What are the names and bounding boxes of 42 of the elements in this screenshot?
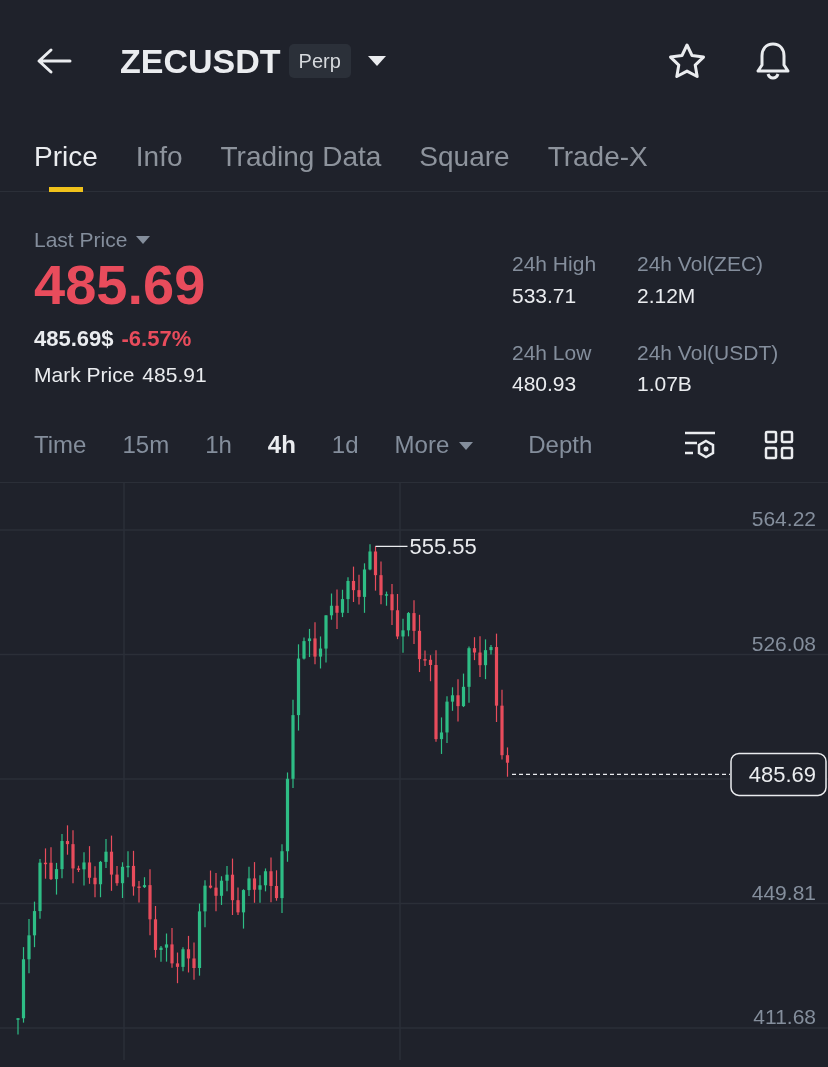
stat-label: 24h High — [512, 251, 598, 277]
stat-value: 1.07B — [637, 371, 693, 397]
grid-layout-icon[interactable] — [764, 429, 794, 460]
star-icon[interactable] — [668, 43, 706, 79]
price-change: -6.57% — [121, 325, 192, 354]
interval-tab[interactable]: Depth — [528, 426, 593, 463]
stat-label: 24h Vol(ZEC) — [637, 251, 765, 277]
interval-tab[interactable]: 15m — [122, 426, 170, 463]
back-icon[interactable] — [36, 47, 72, 75]
tab[interactable]: Square — [419, 121, 510, 192]
symbol-title: ZECUSDT — [120, 40, 281, 82]
price-axis-label: 449.81 — [751, 880, 816, 904]
dropdown-caret-icon[interactable] — [366, 55, 387, 67]
tab[interactable]: Info — [135, 121, 183, 192]
interval-tab[interactable]: Time — [34, 426, 87, 463]
caret-icon — [458, 441, 475, 452]
mark-price-value: 485.91 — [142, 362, 207, 389]
interval-tab[interactable]: 4h — [267, 426, 296, 463]
stat-label: 24h Vol(USDT) — [637, 339, 780, 366]
mark-price-label: Mark Price — [34, 362, 135, 389]
stat-value: 533.71 — [512, 282, 578, 309]
stat-label: 24h Low — [512, 339, 593, 366]
contract-badge: Perp — [288, 44, 351, 78]
stat-value: 2.12M — [637, 282, 697, 309]
current-price-tag: 485.69 — [730, 752, 827, 797]
interval-tab[interactable]: 1d — [331, 426, 359, 463]
usd-price: 485.69$ — [34, 325, 114, 354]
last-price-label: Last Price — [34, 227, 128, 253]
price-axis-label: 526.08 — [751, 631, 816, 655]
price-axis-label: 411.68 — [753, 1005, 816, 1029]
indicator-settings-icon[interactable] — [684, 429, 716, 460]
leader-line — [374, 545, 409, 547]
interval-tab[interactable]: 1h — [205, 426, 232, 463]
tab[interactable]: Price — [34, 121, 98, 192]
stat-value: 480.93 — [512, 371, 578, 397]
bell-icon[interactable] — [754, 41, 792, 81]
more-dropdown[interactable]: More — [394, 426, 475, 463]
high-price-label: 555.55 — [409, 534, 477, 560]
tab[interactable]: Trade-X — [547, 121, 648, 192]
tab[interactable]: Trading Data — [220, 121, 382, 192]
last-price: 485.69 — [34, 255, 207, 315]
price-axis-label: 564.22 — [751, 507, 816, 530]
